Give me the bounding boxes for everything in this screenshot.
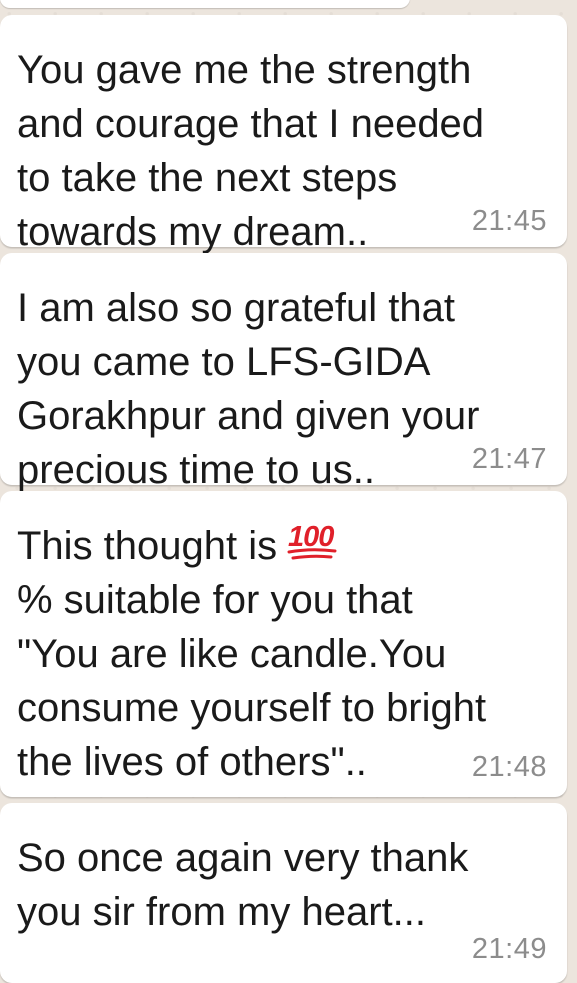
message-line: the lives of others".. (17, 740, 367, 784)
message-line-text: This thought is (17, 524, 278, 568)
message-line: This thought is 100 (17, 519, 475, 573)
message-line: "You are like candle.You (17, 632, 447, 676)
previous-message-bubble[interactable] (0, 0, 410, 8)
message-line: precious time to us.. (17, 448, 375, 492)
message-bubble[interactable]: So once again very thank you sir from my… (0, 803, 567, 983)
message-timestamp: 21:47 (471, 443, 547, 475)
message-text: I am also so grateful that you came to L… (17, 281, 547, 497)
message-text: You gave me the strength and courage tha… (17, 43, 547, 259)
message-text: This thought is 100 % suitable for you th… (17, 519, 547, 789)
message-line: You gave me the strength (17, 48, 472, 92)
message-timestamp: 21:45 (471, 205, 547, 237)
message-text: So once again very thank you sir from my… (17, 831, 547, 939)
message-line: % suitable for you that (17, 578, 413, 622)
message-line: you came to LFS-GIDA (17, 340, 431, 384)
message-line: consume yourself to bright (17, 686, 487, 730)
hundred-points-emoji-icon: 100 (287, 521, 337, 560)
message-bubble[interactable]: This thought is 100 % suitable for you th… (0, 491, 567, 797)
message-line: to take the next steps (17, 156, 398, 200)
message-timestamp: 21:48 (471, 751, 547, 783)
message-line: towards my dream.. (17, 210, 369, 254)
message-line: Gorakhpur and given your (17, 394, 480, 438)
message-line: and courage that I needed (17, 102, 485, 146)
message-line: you sir from my heart... (17, 890, 426, 934)
message-bubble[interactable]: I am also so grateful that you came to L… (0, 253, 567, 492)
chat-conversation[interactable]: You gave me the strength and courage tha… (0, 0, 577, 983)
message-bubble[interactable]: You gave me the strength and courage tha… (0, 15, 567, 254)
emoji-digits: 100 (288, 521, 334, 553)
message-line: So once again very thank (17, 836, 469, 880)
message-timestamp: 21:49 (471, 933, 547, 965)
message-line: I am also so grateful that (17, 286, 456, 330)
